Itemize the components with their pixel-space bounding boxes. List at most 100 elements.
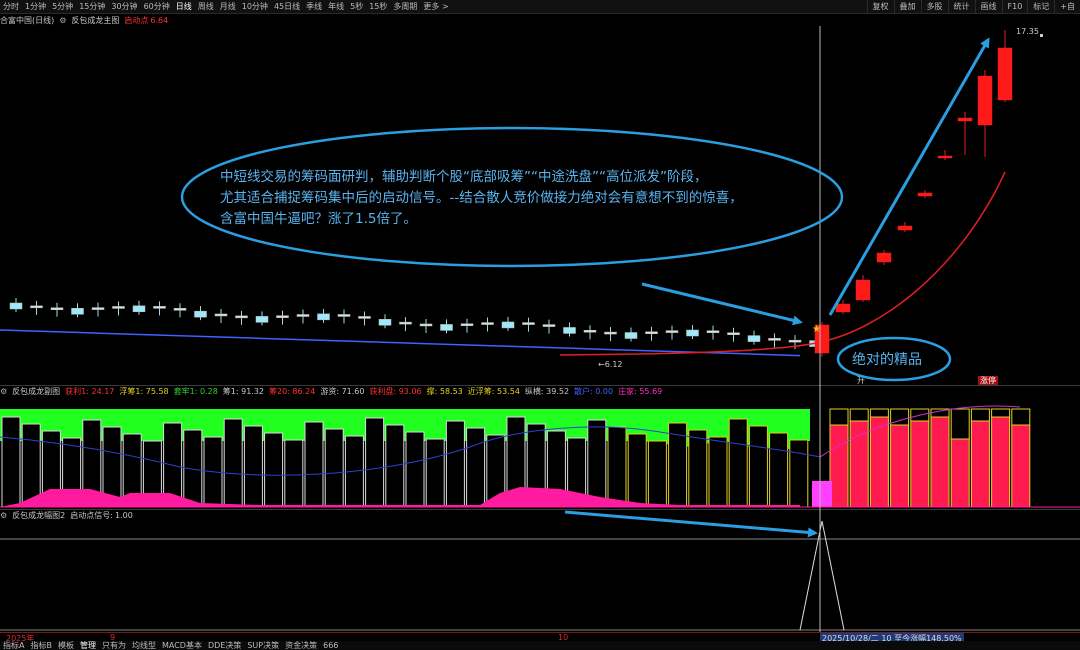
candle <box>855 279 871 301</box>
indicator-name[interactable]: 反包成龙主图 <box>71 15 119 26</box>
candle <box>665 330 679 333</box>
low-price-label: ←6.12 <box>598 360 623 369</box>
period-tab[interactable]: 15分钟 <box>76 0 108 14</box>
app-window: 分时 1分钟 5分钟 15分钟 30分钟 60分钟 日线 周线 月线 10分钟 45日线 季线 年线 5秒… <box>0 0 1080 650</box>
chip-bar <box>607 426 627 508</box>
chip-bar <box>425 438 445 508</box>
candle <box>977 75 993 126</box>
period-tab[interactable]: 周线 <box>195 0 217 14</box>
indicator-value: 获利1: 24.17 <box>65 387 115 396</box>
candle <box>542 324 556 327</box>
candle <box>317 313 330 321</box>
chip-bar <box>21 423 41 508</box>
candle <box>917 192 933 197</box>
tool-button[interactable]: 叠加 <box>893 0 921 14</box>
bottom-tab[interactable]: 只有为 <box>99 641 129 650</box>
chip-bar <box>728 418 748 508</box>
period-tab[interactable]: 10分钟 <box>239 0 271 14</box>
bottom-tab[interactable]: DDE决策 <box>205 641 244 650</box>
bottom-tab[interactable]: 指标A <box>0 641 27 650</box>
chip-bar <box>405 431 425 508</box>
chip-bar-red <box>991 416 1011 508</box>
period-tab[interactable]: 15秒 <box>366 0 390 14</box>
period-tab[interactable]: 1分钟 <box>22 0 49 14</box>
chip-bars-plot <box>0 405 1080 508</box>
period-tab[interactable]: 更多 > <box>420 0 451 14</box>
chip-bar <box>688 429 708 508</box>
candle <box>91 307 105 310</box>
chip-bar-outline <box>970 408 990 422</box>
candle <box>604 331 617 335</box>
bottom-tab[interactable]: 模板 <box>55 641 77 650</box>
indicator-value: 获利盘: 93.06 <box>369 387 422 396</box>
candle <box>583 329 597 333</box>
bottom-tab[interactable]: MACD基本 <box>159 641 205 650</box>
tool-button[interactable]: 画线 <box>974 0 1002 14</box>
chip-bar-outline <box>829 408 849 426</box>
indicator-value: 游资: 71.60 <box>320 387 365 396</box>
candle <box>706 330 720 333</box>
bottom-tab[interactable]: 均线型 <box>129 641 159 650</box>
period-tab[interactable]: 60分钟 <box>141 0 173 14</box>
indicator-tabs: 指标A 指标B 模板 管理 只有为 均线型 MACD基本 DDE决策 SUP决策 资金决策 666 <box>0 641 1080 650</box>
signal-label: 启动点 <box>124 16 149 25</box>
period-tab[interactable]: 年线 <box>325 0 347 14</box>
period-tab[interactable]: 多周期 <box>390 0 420 14</box>
period-tab[interactable]: 日线 <box>173 0 195 14</box>
candle <box>9 302 23 310</box>
time-axis: 2025年 9 10 2025/10/28/二 10 至今涨幅148.50% <box>0 632 1080 644</box>
candle <box>112 306 125 309</box>
period-tab[interactable]: 5分钟 <box>49 0 76 14</box>
period-tab[interactable]: 分时 <box>0 0 22 14</box>
bottom-tab[interactable]: 资金决策 <box>282 641 320 650</box>
tool-button[interactable]: +自 <box>1054 0 1080 14</box>
tool-button[interactable]: 标记 <box>1027 0 1054 14</box>
chip-bar-red <box>930 416 950 508</box>
period-tab[interactable]: 月线 <box>217 0 239 14</box>
signal-plot <box>0 521 1080 631</box>
candle <box>768 338 781 341</box>
period-tab[interactable]: 30分钟 <box>108 0 140 14</box>
tool-buttons: 复权 叠加 多股 统计 画线 F10 标记 +自 <box>866 0 1080 14</box>
tool-button[interactable]: 多股 <box>920 0 948 14</box>
gear-icon[interactable]: ⚙ <box>59 16 66 25</box>
indicator-value: 庄家: 55.69 <box>618 387 663 396</box>
main-chart-header: 合富中国(日线) ⚙ 反包成龙主图 启动点 6.64 <box>0 15 173 26</box>
price-marker <box>1040 34 1043 37</box>
indicator-value: 散户: 0.00 <box>574 387 614 396</box>
chip-bar-red <box>890 424 910 508</box>
candle <box>645 331 658 335</box>
tool-button[interactable]: 统计 <box>947 0 975 14</box>
period-tab[interactable]: 季线 <box>303 0 325 14</box>
period-tab[interactable]: 45日线 <box>271 0 303 14</box>
candle <box>214 313 228 317</box>
chip-distribution-panel[interactable] <box>0 397 1080 509</box>
candle <box>255 316 269 323</box>
signal-value: 6.64 <box>150 16 169 25</box>
indicator-value: 套牢1: 0.28 <box>173 387 218 396</box>
candle <box>30 305 43 309</box>
candle <box>378 319 392 326</box>
tool-button[interactable]: 复权 <box>866 0 894 14</box>
period-tab[interactable]: 5秒 <box>347 0 366 14</box>
candle <box>153 306 166 309</box>
chip-bar <box>284 439 304 508</box>
bottom-tab[interactable]: 指标B <box>27 641 55 650</box>
chip-bar-red <box>829 424 849 508</box>
bottom-tab[interactable]: SUP决策 <box>244 641 282 650</box>
tool-button[interactable]: F10 <box>1001 0 1028 14</box>
panel3-title[interactable]: 反包成龙幅图2 <box>12 510 65 521</box>
chip-bar-outline <box>991 408 1011 418</box>
annotation-line-3: 含富中国牛逼吧？涨了1.5倍了。 <box>220 211 417 227</box>
candle <box>460 323 474 326</box>
gear-icon[interactable]: ⚙ <box>0 511 7 520</box>
candle <box>835 303 851 313</box>
candle <box>686 329 699 337</box>
period-list: 分时 1分钟 5分钟 15分钟 30分钟 60分钟 日线 周线 月线 10分钟 45日线 季线 年线 5秒… <box>0 0 867 14</box>
bottom-tab[interactable]: 666 <box>320 641 341 650</box>
divider <box>0 509 1080 510</box>
panel2-title[interactable]: 反包成龙副图 <box>12 386 60 397</box>
gear-icon[interactable]: ⚙ <box>0 387 7 396</box>
signal-panel[interactable] <box>0 521 1080 632</box>
bottom-tab[interactable]: 管理 <box>77 641 99 650</box>
